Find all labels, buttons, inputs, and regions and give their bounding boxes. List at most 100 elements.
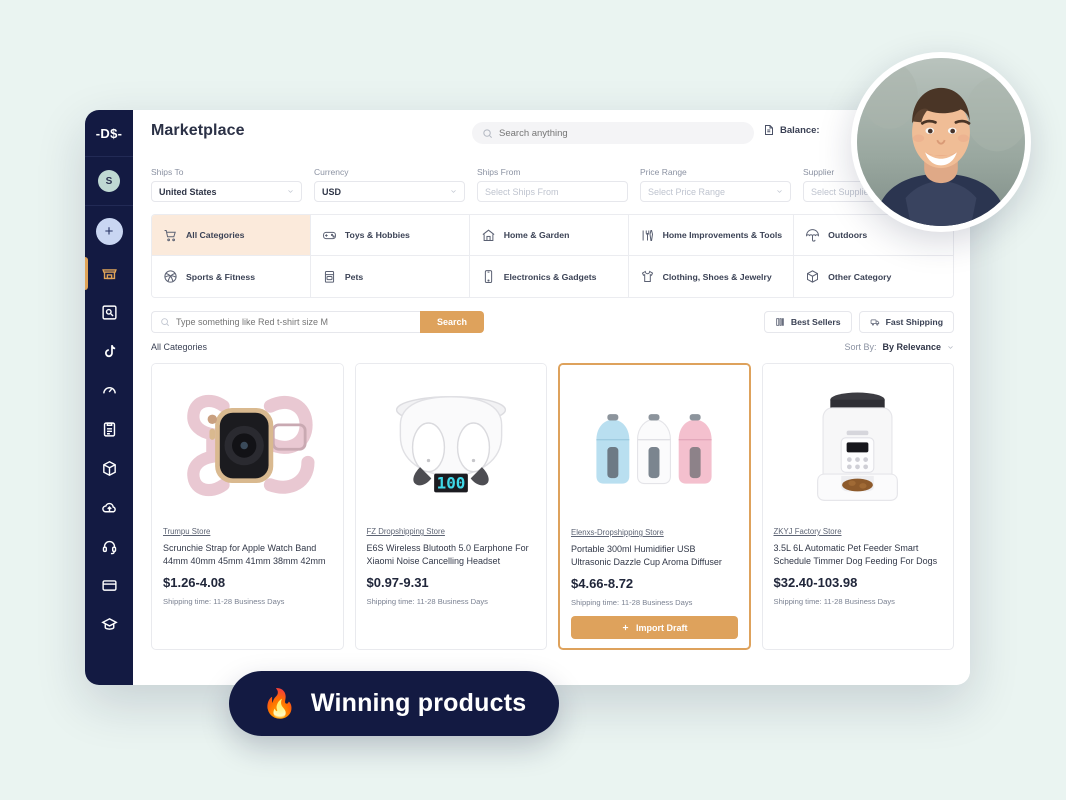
chip-label: Best Sellers (790, 317, 841, 327)
topbar: Marketplace Balance: (133, 110, 970, 157)
product-store-link[interactable]: Trumpu Store (163, 527, 332, 536)
global-search[interactable] (472, 122, 754, 144)
product-card[interactable]: ZKYJ Factory Store 3.5L 6L Automatic Pet… (761, 363, 954, 650)
winning-products-banner: 🔥 Winning products (229, 671, 560, 736)
sidebar-item-inventory[interactable] (85, 449, 133, 488)
search-icon (161, 318, 170, 327)
balance-indicator[interactable]: Balance: (763, 124, 820, 136)
category-all-categories[interactable]: All Categories (152, 215, 311, 256)
product-search: Search (151, 311, 484, 333)
chevron-down-icon (948, 345, 953, 349)
category-sports-fitness[interactable]: Sports & Fitness (152, 256, 311, 297)
product-store-link[interactable]: Elenxs-Dropshipping Store (571, 528, 738, 537)
category-home-improvements-tools[interactable]: Home Improvements & Tools (628, 215, 795, 256)
gamepad-icon (322, 231, 336, 239)
filter-price-range: Price Range Select Price Range (640, 167, 791, 202)
user-avatar[interactable]: S (98, 170, 120, 192)
product-search-icon (101, 305, 117, 320)
headset-icon (102, 540, 116, 555)
product-search-field[interactable] (151, 311, 420, 333)
product-price: $0.97-9.31 (366, 575, 429, 590)
sidebar-item-orders[interactable] (85, 410, 133, 449)
sidebar-item-store[interactable] (85, 254, 133, 293)
cart-icon (164, 229, 176, 241)
balance-label: Balance: (780, 124, 820, 136)
global-search-input[interactable] (499, 127, 744, 139)
product-shipping: Shipping time: 11-28 Business Days (571, 598, 693, 607)
chip-best-sellers[interactable]: Best Sellers (763, 311, 852, 333)
app-logo[interactable]: -D$- (85, 110, 133, 157)
search-button[interactable]: Search (420, 311, 484, 333)
product-image (762, 364, 953, 527)
pet-food-icon (324, 271, 334, 283)
apple-watch-pink-band-image (187, 394, 315, 497)
sidebar-item-tiktok[interactable] (85, 332, 133, 371)
product-shipping: Shipping time: 11-28 Business Days (163, 597, 285, 606)
filter-value: Select Price Range (648, 186, 726, 197)
product-card[interactable]: Trumpu Store Scrunchie Strap for Apple W… (151, 363, 344, 650)
phone-icon (484, 270, 492, 283)
sidebar-item-product-search[interactable] (85, 293, 133, 332)
category-label: Outdoors (828, 230, 868, 240)
category-label: Pets (344, 271, 364, 282)
category-label: Sports & Fitness (186, 271, 256, 282)
filter-label: Price Range (640, 167, 687, 177)
grid-icon (776, 318, 784, 326)
fire-icon: 🔥 (262, 687, 297, 719)
package-icon (807, 270, 819, 283)
sidebar-item-analytics[interactable] (85, 371, 133, 410)
product-price: $32.40-103.98 (773, 575, 858, 590)
filter-ships-from-select[interactable]: Select Ships From (477, 181, 628, 202)
results-meta: All Categories Sort By: By Relevance (151, 342, 954, 352)
product-image (152, 364, 343, 527)
svg-text:100: 100 (436, 474, 465, 493)
tiktok-icon (104, 345, 115, 358)
filter-ships-to-select[interactable]: United States (151, 181, 302, 202)
chip-fast-shipping[interactable]: Fast Shipping (858, 311, 954, 333)
filter-currency-select[interactable]: USD (314, 181, 465, 202)
product-info: FZ Dropshipping Store E6S Wireless Bluto… (356, 527, 547, 606)
filter-label: Ships From (477, 167, 521, 177)
chevron-down-icon (451, 190, 456, 193)
box-icon (102, 460, 116, 477)
product-grid: Trumpu Store Scrunchie Strap for Apple W… (151, 363, 954, 650)
clipboard-icon (103, 422, 115, 437)
product-title: Scrunchie Strap for Apple Watch Band 44m… (163, 543, 326, 567)
filter-price-range-select[interactable]: Select Price Range (640, 181, 791, 202)
sidebar-item-academy[interactable] (85, 605, 133, 644)
sidebar-item-billing[interactable] (85, 566, 133, 605)
plus-icon (622, 624, 629, 631)
sidebar: -D$- S + (85, 110, 133, 685)
product-search-input[interactable] (176, 317, 412, 327)
filter-label: Currency (314, 167, 349, 177)
product-store-link[interactable]: FZ Dropshipping Store (367, 527, 536, 536)
wireless-earbuds-case-image: 100 (395, 396, 506, 493)
page-title: Marketplace (151, 122, 245, 139)
import-draft-button[interactable]: Import Draft (571, 616, 738, 639)
filter-bar: Ships To United States Currency USD Ship… (133, 157, 970, 202)
search-icon (483, 128, 492, 138)
category-label: Home & Garden (503, 230, 570, 240)
category-clothing-shoes-jewelry[interactable]: Clothing, Shoes & Jewelry (628, 256, 795, 297)
balance-icon (765, 125, 773, 135)
filter-value: Select Supplier (811, 186, 872, 197)
sidebar-item-import[interactable] (85, 488, 133, 527)
add-product-button[interactable]: + (95, 218, 123, 245)
product-card-selected[interactable]: Elenxs-Dropshipping Store Portable 300ml… (558, 363, 751, 650)
pet-feeder-image (817, 392, 899, 501)
category-pets[interactable]: Pets (310, 256, 470, 297)
store-icon (101, 269, 117, 280)
winning-products-label: Winning products (310, 689, 527, 717)
category-electronics-gadgets[interactable]: Electronics & Gadgets (469, 256, 629, 297)
category-grid: All Categories Toys & Hobbies Home & Gar… (151, 214, 954, 298)
chevron-down-icon (777, 190, 782, 193)
speedometer-icon (102, 387, 116, 394)
category-home-garden[interactable]: Home & Garden (469, 215, 629, 256)
sort-control[interactable]: Sort By: By Relevance (844, 342, 954, 352)
sidebar-item-support[interactable] (85, 527, 133, 566)
category-toys-hobbies[interactable]: Toys & Hobbies (310, 215, 470, 256)
category-other-category[interactable]: Other Category (794, 256, 953, 297)
product-card[interactable]: 100 FZ Dropshipping Store E6S Wireless B… (354, 363, 547, 650)
import-draft-label: Import Draft (636, 622, 688, 633)
product-store-link[interactable]: ZKYJ Factory Store (774, 527, 943, 536)
